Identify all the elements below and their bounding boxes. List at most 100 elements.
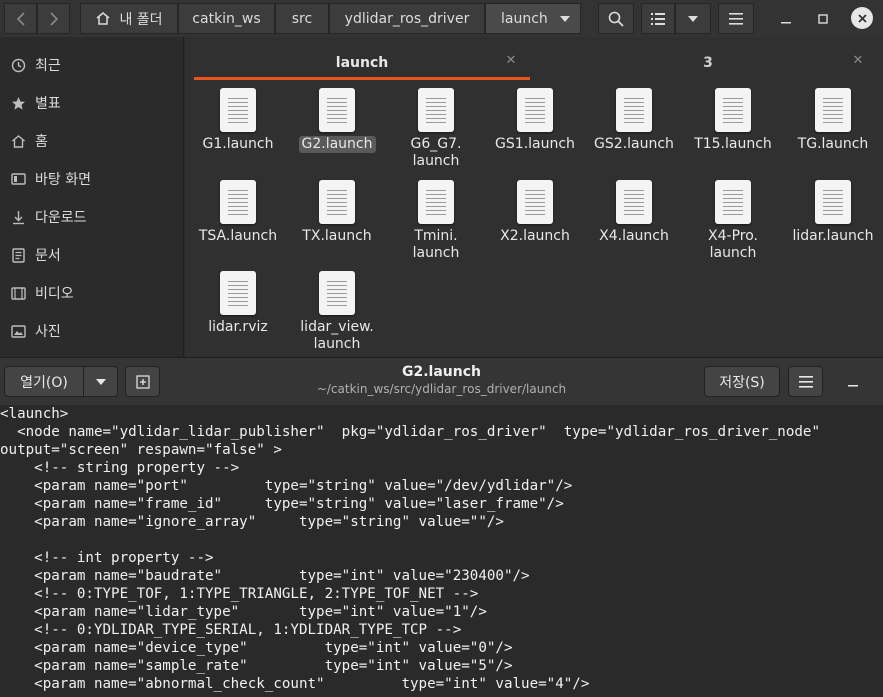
- back-button[interactable]: [4, 3, 37, 34]
- file-name: T15.launch: [694, 136, 772, 152]
- star-icon: [9, 96, 27, 111]
- file-name: G2.launch: [298, 136, 376, 153]
- file-item[interactable]: TG.launch: [786, 88, 880, 153]
- chevron-down-icon: [95, 378, 106, 385]
- text-file-icon: [815, 180, 851, 224]
- sidebar-item-downloads[interactable]: 다운로드: [0, 198, 184, 236]
- sidebar-item-starred[interactable]: 별표: [0, 84, 184, 122]
- hamburger-icon: [729, 12, 743, 25]
- code-line: <node name="ydlidar_lidar_publisher" pkg…: [0, 424, 820, 440]
- breadcrumb-src[interactable]: src: [275, 3, 329, 34]
- text-file-icon: [715, 88, 751, 132]
- file-item[interactable]: lidar.launch: [786, 180, 880, 245]
- sidebar-item-label: 홈: [35, 134, 48, 150]
- save-button[interactable]: 저장(S): [704, 366, 780, 397]
- view-options-button[interactable]: [675, 3, 711, 34]
- menu-button[interactable]: [718, 3, 754, 34]
- list-view-button[interactable]: [641, 3, 675, 34]
- code-line: <param name="frame_id" type="string" val…: [0, 496, 564, 512]
- open-button-label: 열기(O): [20, 374, 68, 391]
- file-item[interactable]: GS2.launch: [587, 88, 681, 153]
- close-window-button[interactable]: [851, 7, 873, 29]
- file-item[interactable]: TX.launch: [290, 180, 384, 245]
- tab-label: 3: [703, 55, 713, 71]
- breadcrumb-catkin-ws[interactable]: catkin_ws: [178, 3, 275, 34]
- sidebar-item-desktop[interactable]: 바탕 화면: [0, 160, 184, 198]
- file-item[interactable]: lidar.rviz: [191, 271, 285, 336]
- search-button[interactable]: [598, 3, 634, 34]
- sidebar-item-label: 다운로드: [35, 210, 87, 226]
- file-item[interactable]: GS1.launch: [488, 88, 582, 153]
- file-name: TG.launch: [797, 136, 869, 152]
- tab-launch[interactable]: launch: [194, 47, 530, 79]
- new-document-icon: [135, 374, 150, 389]
- sidebar-item-pictures[interactable]: 사진: [0, 312, 184, 350]
- open-menu-button[interactable]: [83, 366, 118, 397]
- sidebar-item-documents[interactable]: 문서: [0, 236, 184, 274]
- text-file-icon: [715, 180, 751, 224]
- text-file-icon: [418, 88, 454, 132]
- tab-close-button[interactable]: ✕: [850, 52, 866, 68]
- file-item[interactable]: G1.launch: [191, 88, 285, 153]
- chevron-left-icon: [16, 11, 25, 26]
- sidebar-item-label: 사진: [35, 324, 61, 340]
- sidebar-item-home[interactable]: 홈: [0, 122, 184, 160]
- file-name: G1.launch: [202, 136, 274, 152]
- breadcrumb-launch[interactable]: launch: [485, 3, 581, 34]
- file-item[interactable]: X2.launch: [488, 180, 582, 245]
- search-icon: [608, 11, 624, 27]
- tab-close-button[interactable]: ✕: [503, 52, 519, 68]
- editor-minimize-button[interactable]: [845, 374, 861, 390]
- video-icon: [9, 286, 27, 301]
- maximize-button[interactable]: [813, 9, 833, 29]
- text-file-icon: [220, 180, 256, 224]
- file-name: X4-Pro. launch: [708, 228, 758, 261]
- minimize-button[interactable]: [776, 9, 796, 29]
- code-line: <param name="device_type" type="int" val…: [0, 640, 513, 656]
- breadcrumb-home[interactable]: 내 폴더: [80, 3, 178, 34]
- tab-label: launch: [335, 55, 389, 71]
- file-name: TX.launch: [302, 228, 372, 244]
- sidebar-item-label: 바탕 화면: [35, 172, 91, 188]
- save-button-label: 저장(S): [719, 374, 765, 391]
- sidebar-item-recent[interactable]: 최근: [0, 46, 184, 84]
- tab-3[interactable]: 3: [540, 47, 876, 79]
- sidebar-item-videos[interactable]: 비디오: [0, 274, 184, 312]
- text-file-icon: [517, 180, 553, 224]
- picture-icon: [9, 324, 27, 339]
- editor-file-path: ~/catkin_ws/src/ydlidar_ros_driver/launc…: [316, 382, 567, 396]
- file-item[interactable]: X4-Pro. launch: [686, 180, 780, 262]
- file-name: G6_G7. launch: [410, 136, 462, 169]
- file-item[interactable]: Tmini. launch: [389, 180, 483, 262]
- minimize-icon: [848, 385, 858, 387]
- open-button[interactable]: 열기(O): [4, 366, 84, 397]
- close-icon: ✕: [505, 52, 517, 68]
- hamburger-icon: [798, 375, 813, 388]
- file-name: lidar.rviz: [208, 319, 268, 335]
- file-name: lidar.launch: [792, 228, 874, 244]
- forward-button[interactable]: [37, 3, 70, 34]
- new-tab-button[interactable]: [125, 366, 160, 397]
- download-icon: [9, 210, 27, 225]
- file-item[interactable]: T15.launch: [686, 88, 780, 153]
- code-line: <param name="baudrate" type="int" value=…: [0, 568, 530, 584]
- code-line: <!-- 0:TYPE_TOF, 1:TYPE_TRIANGLE, 2:TYPE…: [0, 586, 479, 602]
- code-line: <param name="sample_rate" type="int" val…: [0, 658, 513, 674]
- file-item[interactable]: lidar_view. launch: [290, 271, 384, 353]
- file-item[interactable]: TSA.launch: [191, 180, 285, 245]
- code-line: <param name="port" type="string" value="…: [0, 478, 573, 494]
- editor-menu-button[interactable]: [788, 366, 823, 397]
- code-line: <param name="ignore_array" type="string"…: [0, 514, 504, 530]
- file-item[interactable]: G2.launch: [290, 88, 384, 153]
- sidebar-item-label: 문서: [35, 248, 61, 264]
- breadcrumb-ydlidar-ros-driver[interactable]: ydlidar_ros_driver: [329, 3, 485, 34]
- text-file-icon: [418, 180, 454, 224]
- file-item[interactable]: X4.launch: [587, 180, 681, 245]
- code-line: <!-- 0:YDLIDAR_TYPE_SERIAL, 1:YDLIDAR_TY…: [0, 622, 462, 638]
- file-name: X4.launch: [599, 228, 669, 244]
- file-item[interactable]: G6_G7. launch: [389, 88, 483, 170]
- file-name: Tmini. launch: [412, 228, 460, 261]
- close-icon: ✕: [852, 52, 864, 68]
- code-editor[interactable]: <launch> <node name="ydlidar_lidar_publi…: [0, 405, 883, 697]
- code-line: <param name="lidar_type" type="int" valu…: [0, 604, 487, 620]
